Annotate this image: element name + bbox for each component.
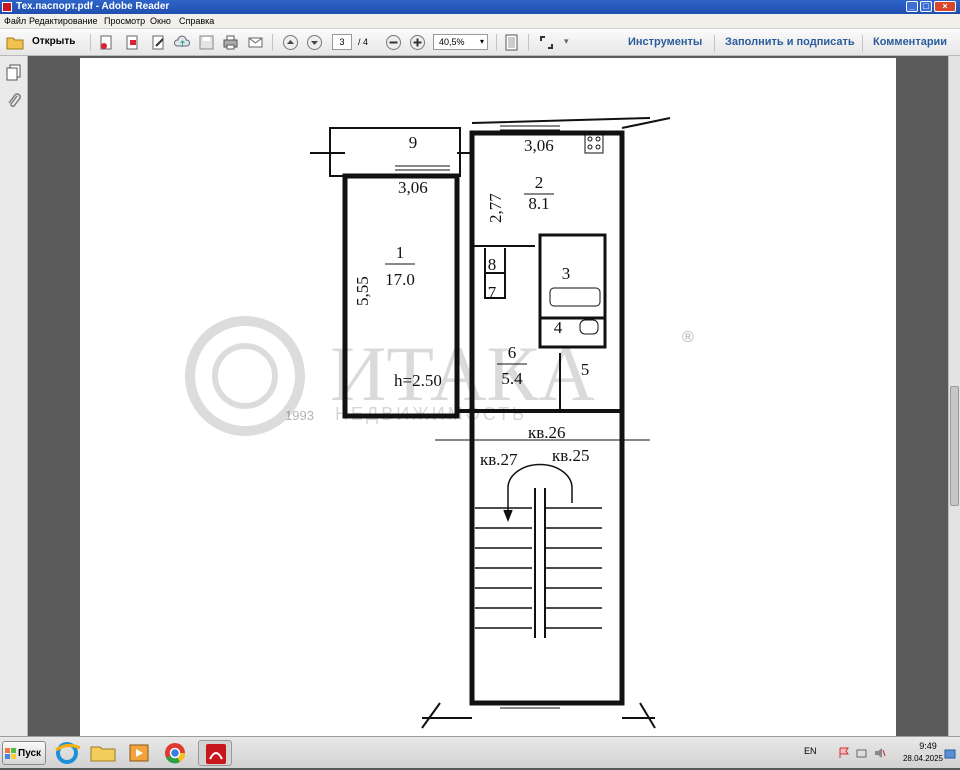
tools-panel-button[interactable]: Инструменты	[628, 36, 702, 48]
dimension-kitchen-width: 3,06	[524, 136, 554, 155]
email-icon[interactable]	[247, 34, 264, 51]
toolbar-separator	[862, 35, 863, 52]
start-label: Пуск	[18, 748, 42, 759]
pages-panel-icon[interactable]	[6, 64, 22, 82]
internet-explorer-icon[interactable]	[50, 740, 84, 766]
adobe-reader-icon	[2, 2, 12, 12]
room-6-number: 6	[508, 343, 517, 362]
toolbar-overflow-icon[interactable]: ▾	[564, 36, 569, 47]
menu-file[interactable]: Файл	[4, 16, 26, 26]
windows-logo-icon	[5, 748, 16, 759]
zoom-value: 40,5%	[439, 37, 465, 47]
scrollbar-thumb[interactable]	[950, 386, 959, 506]
watermark-logo	[185, 316, 305, 436]
fill-and-sign-button[interactable]: Заполнить и подписать	[725, 36, 855, 48]
toolbar-separator	[528, 34, 529, 51]
open-label: Открыть	[32, 36, 76, 47]
zoom-out-icon[interactable]	[385, 34, 402, 51]
toolbar-separator	[496, 34, 497, 51]
menu-help[interactable]: Справка	[179, 16, 214, 26]
toolbar-separator	[272, 34, 273, 51]
toolbar: Открыть 3 / 4 40,5% ▾ ▾ Инструменты Запо…	[0, 29, 960, 56]
watermark-year: 1993	[285, 408, 314, 423]
apartment-27-label: кв.27	[480, 450, 518, 469]
flag-icon[interactable]	[838, 747, 850, 759]
room-2-number: 2	[535, 173, 544, 192]
close-button[interactable]: ×	[934, 1, 956, 12]
file-explorer-icon[interactable]	[86, 740, 120, 766]
room-6-area: 5.4	[501, 369, 523, 388]
menu-bar: Файл Редактирование Просмотр Окно Справк…	[0, 14, 960, 29]
toolbar-separator	[714, 35, 715, 52]
language-indicator[interactable]: EN	[804, 746, 817, 756]
pdf-page: ИТАКА ® НЕДВИЖИМОСТЬ 1993 1 17.0 2 8.1 3…	[80, 58, 896, 736]
edit-icon[interactable]	[150, 34, 167, 51]
taskbar: Пуск EN 9:49 28.04.2025	[0, 736, 960, 768]
maximize-button[interactable]: □	[920, 1, 932, 12]
watermark-registered: ®	[682, 329, 694, 346]
chevron-down-icon: ▾	[479, 37, 484, 46]
next-page-icon[interactable]	[306, 34, 323, 51]
attachments-panel-icon[interactable]	[6, 92, 22, 110]
network-icon[interactable]	[856, 747, 868, 759]
minimize-button[interactable]: _	[906, 1, 918, 12]
clock-time[interactable]: 9:49	[908, 741, 948, 751]
window-title: Тех.паспорт.pdf - Adobe Reader	[16, 1, 170, 12]
staircase	[475, 463, 602, 638]
clock-date[interactable]: 28.04.2025	[898, 754, 948, 763]
media-player-icon[interactable]	[122, 740, 156, 766]
folder-icon	[6, 37, 24, 50]
comments-panel-button[interactable]: Комментарии	[873, 36, 947, 48]
menu-view[interactable]: Просмотр	[104, 16, 145, 26]
toolbar-separator	[90, 34, 91, 51]
room-9-number: 9	[409, 133, 418, 152]
menu-window[interactable]: Окно	[150, 16, 171, 26]
system-tray: EN 9:49 28.04.2025	[796, 737, 960, 769]
dimension-room1-width: 3,06	[398, 178, 428, 197]
page-total: / 4	[358, 37, 369, 47]
fit-page-icon[interactable]	[503, 34, 520, 51]
room-1-area: 17.0	[385, 270, 415, 289]
zoom-in-icon[interactable]	[409, 34, 426, 51]
vertical-scrollbar[interactable]	[948, 56, 960, 736]
document-viewport[interactable]: ИТАКА ® НЕДВИЖИМОСТЬ 1993 1 17.0 2 8.1 3…	[28, 56, 948, 736]
create-pdf-icon[interactable]	[98, 34, 115, 51]
open-button[interactable]: Открыть	[4, 33, 82, 52]
print-icon[interactable]	[222, 34, 239, 51]
adobe-reader-task-icon[interactable]	[198, 740, 232, 766]
room-5-number: 5	[581, 360, 590, 379]
show-desktop-icon[interactable]	[944, 749, 956, 759]
export-pdf-icon[interactable]	[124, 34, 141, 51]
room-4-number: 4	[554, 318, 563, 337]
title-bar: Тех.паспорт.pdf - Adobe Reader _ □ ×	[0, 0, 960, 14]
page-number-input[interactable]: 3	[332, 34, 352, 50]
dimension-room1-length: 5,55	[353, 276, 372, 306]
cloud-upload-icon[interactable]	[174, 34, 191, 51]
start-button[interactable]: Пуск	[2, 741, 46, 765]
chrome-icon[interactable]	[158, 740, 192, 766]
full-screen-icon[interactable]	[538, 34, 555, 51]
zoom-select[interactable]: 40,5% ▾	[433, 34, 488, 50]
save-icon[interactable]	[198, 34, 215, 51]
ceiling-height: h=2.50	[394, 371, 442, 390]
previous-page-icon[interactable]	[282, 34, 299, 51]
floor-plan: ИТАКА ® НЕДВИЖИМОСТЬ 1993 1 17.0 2 8.1 3…	[185, 117, 694, 729]
room-8-number: 8	[488, 255, 497, 274]
room-1-number: 1	[396, 243, 405, 262]
room-3-number: 3	[562, 264, 571, 283]
menu-edit[interactable]: Редактирование	[29, 16, 98, 26]
apartment-26-label: кв.26	[528, 423, 566, 442]
volume-icon[interactable]	[874, 747, 886, 759]
room-2-area: 8.1	[528, 194, 549, 213]
navigation-pane	[0, 56, 28, 736]
dimension-kitchen-length: 2,77	[486, 193, 505, 223]
room-7-number: 7	[488, 283, 497, 302]
apartment-25-label: кв.25	[552, 446, 590, 465]
